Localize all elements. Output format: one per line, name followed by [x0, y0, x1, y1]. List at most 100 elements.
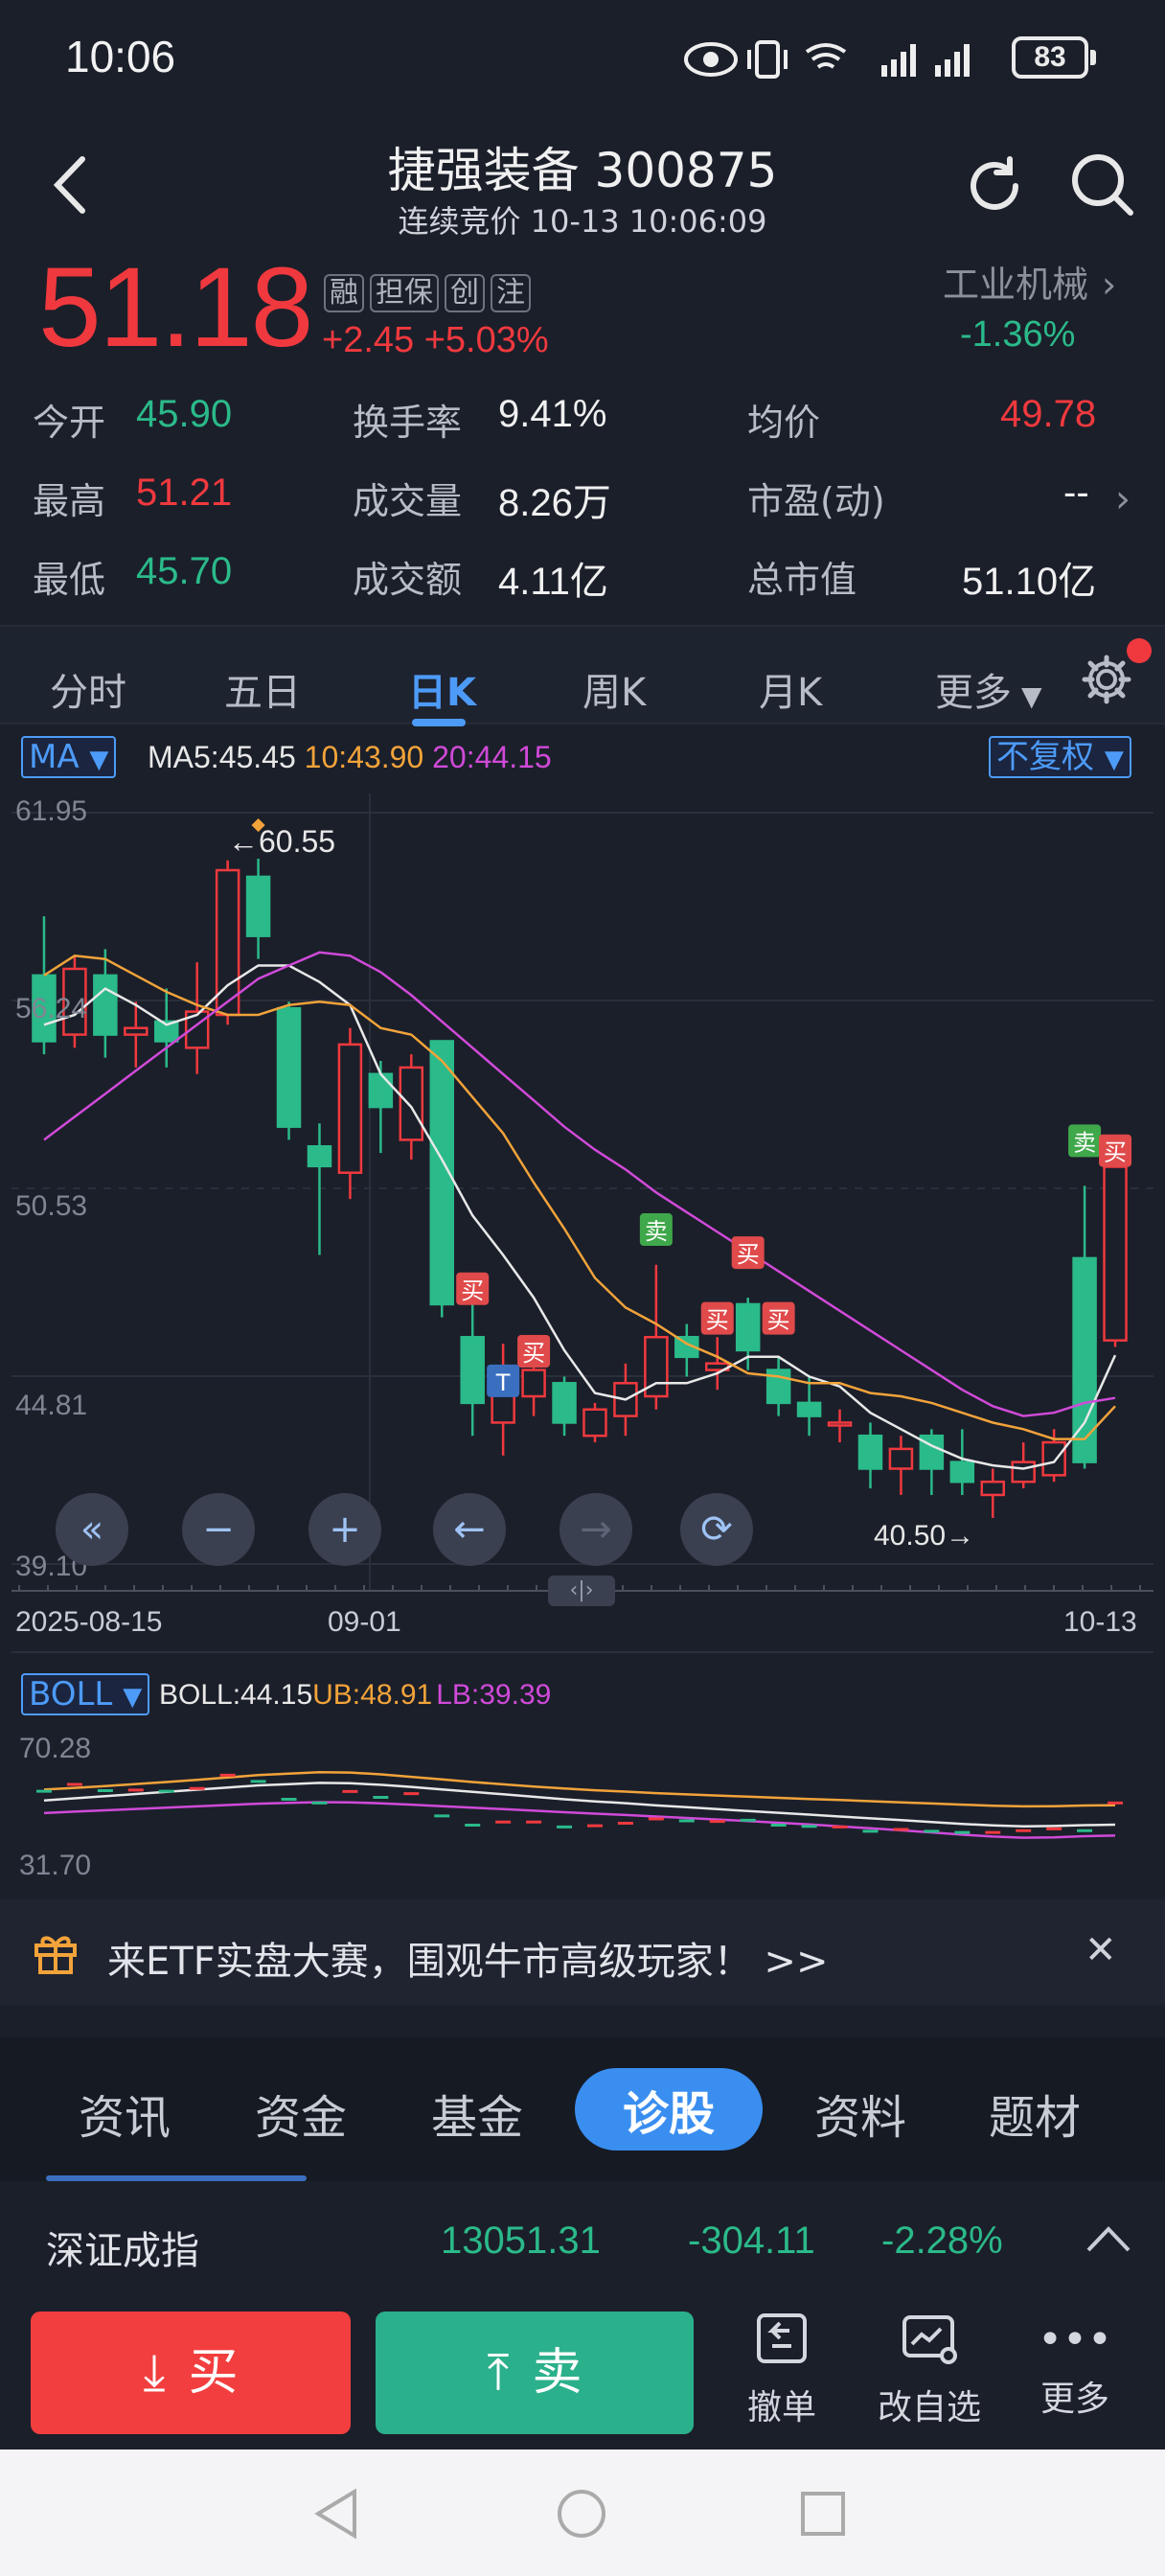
x-tick: 10-13 — [1063, 1606, 1137, 1638]
signal-label: 买 — [1104, 1139, 1127, 1166]
info-tabs: 资讯 资金 基金 诊股 资料 题材 — [0, 2037, 1165, 2181]
ma10-value: 10:43.90 — [304, 740, 424, 774]
tab-profile[interactable]: 资料 — [814, 2080, 906, 2147]
candle-body — [93, 974, 118, 1036]
bottom-action-bar: ⤓ 买 ⤒ 卖 撤单 改自选 ••• 更多 — [0, 2296, 1165, 2450]
kline-tabs: 分时 五日 日K 周K 月K 更多 ▼ — [0, 625, 1165, 726]
candle-body — [857, 1434, 883, 1470]
caret-down-icon: ▼ — [1104, 746, 1124, 774]
signal-label: 买 — [767, 1307, 790, 1334]
zoom-in-button[interactable]: + — [308, 1493, 381, 1566]
candle-body — [888, 1447, 914, 1470]
low-label: 最低 — [33, 559, 106, 601]
index-ticker[interactable]: 深证成指 13051.31 -304.11 -2.28% — [0, 2181, 1165, 2296]
tab-monthly-k[interactable]: 月K — [759, 661, 822, 717]
index-value: 13051.31 — [441, 2220, 601, 2262]
y-tick: 44.81 — [15, 1390, 88, 1421]
candle-body — [1041, 1440, 1066, 1477]
avg-label: 均价 — [747, 402, 821, 444]
candle-body — [124, 1026, 148, 1036]
candle-body — [245, 875, 271, 937]
candle-body — [276, 1006, 302, 1128]
index-change: -304.11 — [688, 2220, 815, 2262]
chevron-right-icon[interactable]: › — [1115, 477, 1131, 521]
chevron-up-icon[interactable] — [1085, 2220, 1132, 2258]
tab-weekly-k[interactable]: 周K — [582, 661, 646, 717]
industry-link[interactable]: 工业机械 › — [943, 255, 1116, 308]
zoom-out-button[interactable]: − — [182, 1493, 255, 1566]
buy-button[interactable]: ⤓ 买 — [31, 2312, 351, 2434]
cancel-order-label: 撤单 — [746, 2388, 816, 2427]
ma-selector[interactable]: MA ▼ — [21, 736, 117, 778]
turnover-label: 换手率 — [353, 402, 463, 444]
boll-selector[interactable]: BOLL ▼ — [21, 1673, 150, 1715]
ma-values: MA5:45.45 10:43.90 20:44.15 — [148, 740, 552, 775]
more-button[interactable]: ••• 更多 — [1017, 2310, 1132, 2421]
sell-button[interactable]: ⤒ 卖 — [376, 2312, 694, 2434]
tab-fund[interactable]: 基金 — [431, 2080, 523, 2147]
candle-body — [1011, 1460, 1036, 1484]
more-label: 更多 — [1039, 2380, 1109, 2419]
drag-handle[interactable]: ‹|› — [548, 1576, 615, 1606]
battery-indicator: 83 — [1012, 36, 1096, 79]
zoom-out-fast-button[interactable]: « — [56, 1493, 128, 1566]
open-label: 今开 — [33, 402, 106, 444]
industry-name: 工业机械 — [943, 264, 1089, 306]
boll-lb-line — [43, 1801, 1116, 1839]
caret-down-icon: ▼ — [123, 1683, 143, 1712]
kline-chart[interactable]: 买买T卖买买 买卖买 — [0, 786, 1165, 1898]
status-time: 10:06 — [65, 32, 176, 81]
min-price-note: 40.50→ — [874, 1520, 975, 1552]
tab-news[interactable]: 资讯 — [79, 2080, 171, 2147]
refresh-icon[interactable] — [960, 151, 1029, 220]
signal-label: 卖 — [1073, 1129, 1096, 1156]
edit-watchlist-button[interactable]: 改自选 — [872, 2310, 987, 2429]
price-change: +2.45 +5.03% — [322, 320, 549, 360]
tab-diagnosis[interactable]: 诊股 — [575, 2068, 764, 2150]
boll-lb: LB:39.39 — [436, 1679, 552, 1711]
active-tab-indicator — [412, 719, 466, 726]
pe-value: -- — [1063, 472, 1089, 514]
turnover-value: 9.41% — [498, 393, 607, 435]
mcap-label: 总市值 — [747, 559, 857, 601]
adjust-selector[interactable]: 不复权 ▼ — [989, 736, 1131, 778]
candle-body — [1103, 1165, 1128, 1342]
tab-topics[interactable]: 题材 — [989, 2080, 1081, 2147]
boll-values: BOLL:44.15UB:48.91 LB:39.39 — [159, 1679, 551, 1712]
ma20-value: 20:44.15 — [432, 740, 552, 774]
nav-recents-icon[interactable] — [799, 2490, 847, 2538]
index-name: 深证成指 — [46, 2229, 199, 2273]
rotate-screen-button[interactable]: ⟳ — [680, 1493, 753, 1566]
caret-down-icon: ▼ — [1021, 680, 1042, 712]
promo-text: 来ETF实盘大赛，围观牛市高级玩家！ >> — [107, 1940, 829, 1984]
candle-body — [460, 1336, 485, 1405]
nav-home-icon[interactable] — [556, 2488, 607, 2540]
chevron-right-icon: › — [1102, 264, 1117, 306]
candle-body — [552, 1382, 577, 1424]
settings-gear-icon[interactable] — [1081, 654, 1132, 705]
back-icon[interactable] — [44, 151, 102, 218]
tab-daily-k[interactable]: 日K — [408, 661, 476, 717]
scroll-right-button[interactable]: → — [560, 1493, 632, 1566]
tab-more[interactable]: 更多 ▼ — [935, 661, 1042, 717]
tag-margin: 融 — [324, 274, 364, 312]
tab-funds-flow[interactable]: 资金 — [255, 2080, 347, 2147]
cancel-order-button[interactable]: 撤单 — [724, 2310, 839, 2429]
promo-banner[interactable]: 来ETF实盘大赛，围观牛市高级玩家！ >> ✕ — [0, 1899, 1165, 2005]
status-icons — [684, 40, 970, 79]
close-icon[interactable]: ✕ — [1085, 1928, 1117, 1972]
boll-mid: BOLL:44.15 — [159, 1679, 313, 1711]
tab-five-day[interactable]: 五日 — [224, 661, 301, 717]
tab-more-label: 更多 — [935, 671, 1012, 715]
avg-value: 49.78 — [1000, 393, 1097, 435]
scroll-left-button[interactable]: ← — [433, 1493, 506, 1566]
cancel-order-icon — [757, 2313, 807, 2363]
tag-chinext: 创 — [445, 274, 485, 312]
nav-back-icon[interactable] — [312, 2488, 362, 2540]
search-icon[interactable] — [1067, 150, 1136, 218]
adjust-label: 不复权 — [996, 738, 1094, 776]
candle-body — [949, 1460, 975, 1484]
x-tick: 2025-08-15 — [15, 1606, 163, 1638]
tab-intraday[interactable]: 分时 — [50, 661, 126, 717]
status-bar: 10:06 83 — [0, 0, 1165, 115]
